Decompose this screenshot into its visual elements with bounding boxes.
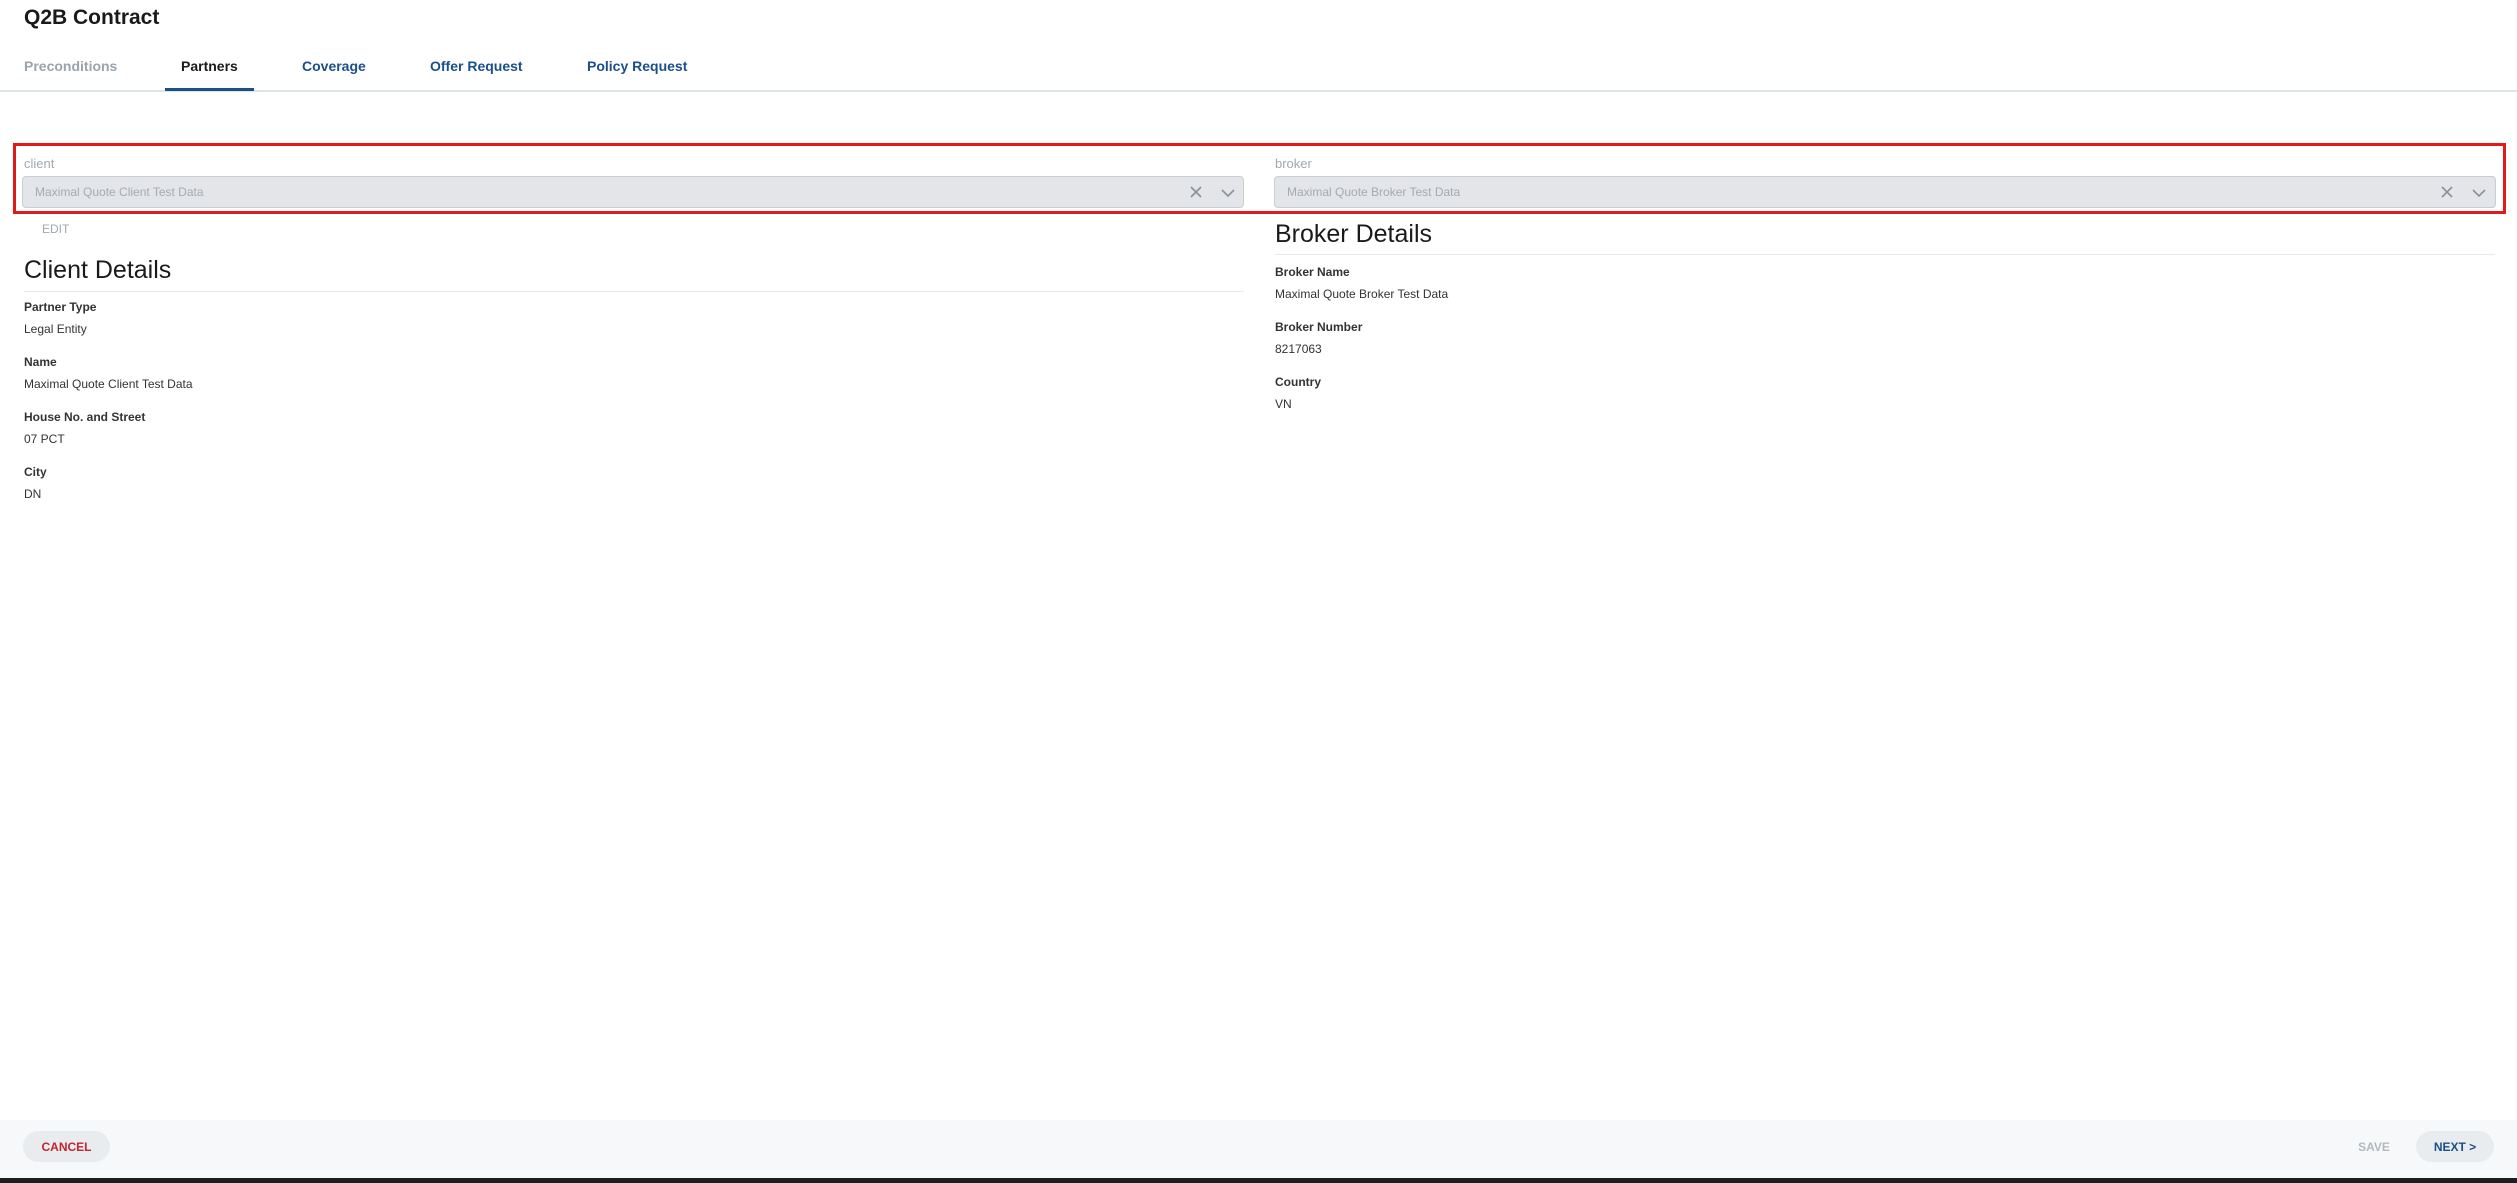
broker-select[interactable]: Maximal Quote Broker Test Data xyxy=(1274,176,2496,208)
tab-policy-request[interactable]: Policy Request xyxy=(587,58,687,74)
broker-details-title: Broker Details xyxy=(1275,220,1432,248)
broker-number-value: 8217063 xyxy=(1275,342,1322,356)
house-street-value: 07 PCT xyxy=(24,432,65,446)
footer-bar: CANCEL SAVE NEXT > xyxy=(0,1120,2517,1178)
partner-type-value: Legal Entity xyxy=(24,322,87,336)
broker-number-label: Broker Number xyxy=(1275,320,1363,334)
bottom-edge xyxy=(0,1178,2517,1183)
client-field-label: client xyxy=(24,156,55,171)
chevron-down-icon[interactable] xyxy=(1219,184,1237,202)
tab-partners[interactable]: Partners xyxy=(181,58,238,74)
close-icon[interactable] xyxy=(2438,183,2456,201)
client-name-value: Maximal Quote Client Test Data xyxy=(24,377,193,391)
country-value: VN xyxy=(1275,397,1292,411)
client-select[interactable]: Maximal Quote Client Test Data xyxy=(22,176,1244,208)
client-details-title: Client Details xyxy=(24,256,172,284)
tab-offer-request[interactable]: Offer Request xyxy=(430,58,523,74)
close-icon[interactable] xyxy=(1187,183,1205,201)
client-name-label: Name xyxy=(24,355,57,369)
house-street-label: House No. and Street xyxy=(24,410,146,424)
client-select-value: Maximal Quote Client Test Data xyxy=(35,185,204,199)
city-value: DN xyxy=(24,487,42,501)
broker-name-label: Broker Name xyxy=(1275,265,1350,279)
active-tab-indicator xyxy=(165,88,254,91)
cancel-button[interactable]: CANCEL xyxy=(23,1131,110,1162)
next-button[interactable]: NEXT > xyxy=(2416,1131,2494,1162)
tab-preconditions[interactable]: Preconditions xyxy=(24,58,117,74)
chevron-down-icon[interactable] xyxy=(2470,184,2488,202)
broker-details-divider xyxy=(1275,254,2495,255)
city-label: City xyxy=(24,465,47,479)
broker-name-value: Maximal Quote Broker Test Data xyxy=(1275,287,1449,301)
save-button[interactable]: SAVE xyxy=(2344,1131,2404,1162)
edit-button[interactable]: EDIT xyxy=(42,222,69,236)
tab-bar: Preconditions Partners Coverage Offer Re… xyxy=(0,48,2517,92)
client-details-divider xyxy=(24,291,1244,292)
broker-field-label: broker xyxy=(1275,156,1312,171)
country-label: Country xyxy=(1275,375,1321,389)
broker-select-value: Maximal Quote Broker Test Data xyxy=(1287,185,1461,199)
partner-type-label: Partner Type xyxy=(24,300,97,314)
app-root: Q2B Contract Preconditions Partners Cove… xyxy=(0,0,2517,1183)
page-title: Q2B Contract xyxy=(24,6,160,29)
tab-coverage[interactable]: Coverage xyxy=(302,58,366,74)
